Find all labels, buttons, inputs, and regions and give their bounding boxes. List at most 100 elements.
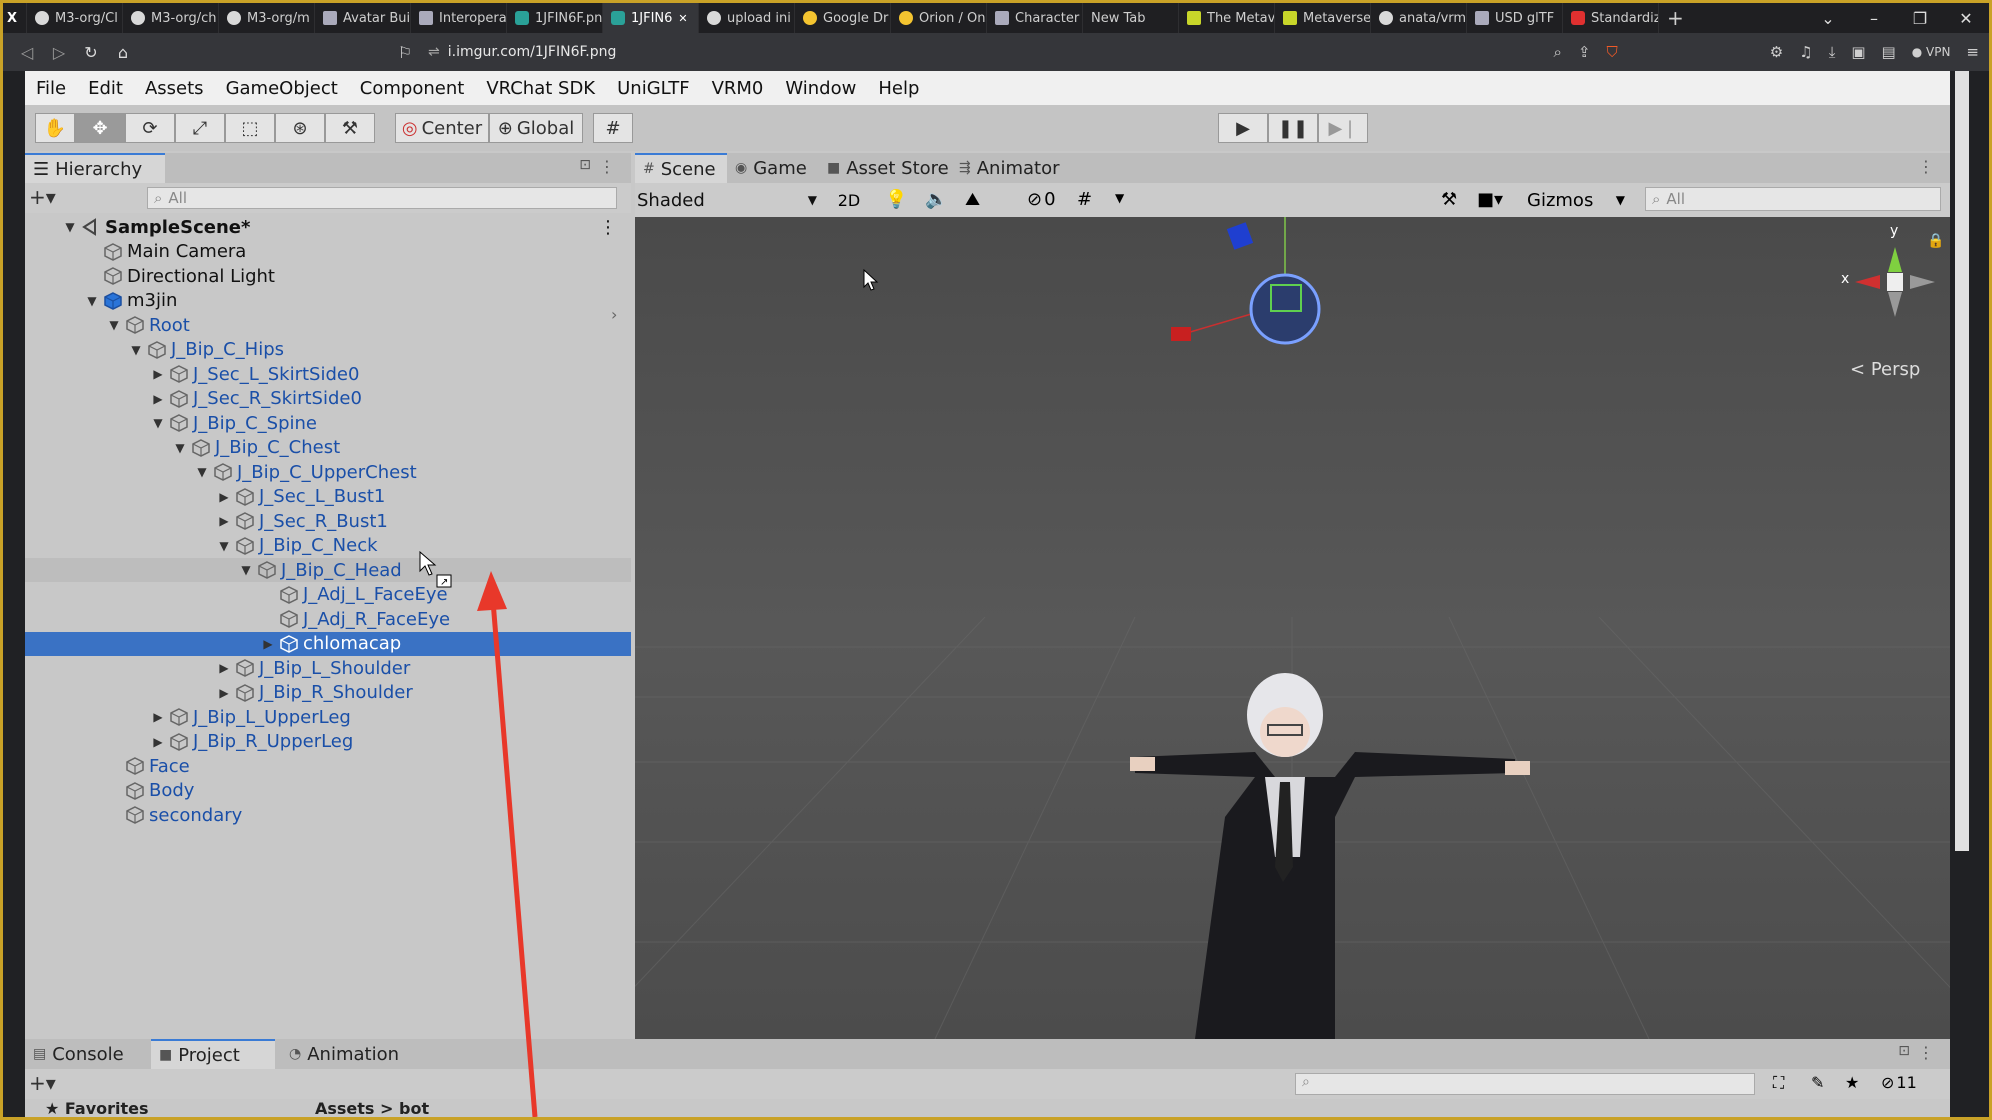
scene-search-input[interactable]: ⌕ All [1645,187,1941,211]
expand-arrow-icon[interactable]: ▼ [129,343,143,357]
restore-button[interactable]: ❐ [1897,9,1943,28]
menu-item[interactable]: Edit [77,78,134,99]
hierarchy-row[interactable]: ▼ Root [25,313,631,337]
collapse-arrow-icon[interactable]: ▶ [217,490,231,504]
camera-icon[interactable]: ■▾ [1477,189,1503,210]
reload-icon[interactable]: ↻ [75,43,107,62]
browser-tab[interactable]: M3-org/m [219,3,315,33]
chevron-right-icon[interactable]: › [611,305,617,324]
tab-asset-store[interactable]: ■ Asset Store [819,153,967,183]
hierarchy-row[interactable]: ▼ J_Bip_C_Spine [25,411,631,435]
gizmos-dropdown[interactable]: Gizmos ▼ [1527,187,1625,213]
hierarchy-row[interactable]: ▶ J_Bip_R_Shoulder [25,681,631,705]
brave-shield-icon[interactable]: ⛉ [1607,43,1618,61]
x-logo-icon[interactable]: X [3,3,27,33]
browser-tab[interactable]: 1JFIN6F.pn [507,3,603,33]
tab-hierarchy[interactable]: ☰ Hierarchy [25,153,165,183]
projection-toggle[interactable]: < Persp [1850,359,1920,380]
tab-project[interactable]: ■ Project [151,1039,275,1069]
browser-tab[interactable]: Character [987,3,1083,33]
grid-dropdown-icon[interactable]: ▼ [1115,191,1124,205]
share-icon[interactable]: ⇪ [1578,43,1591,61]
expand-arrow-icon[interactable]: ▼ [195,465,209,479]
forward-icon[interactable]: ▷ [43,43,75,62]
gizmo-lock-icon[interactable]: 🔒 [1927,233,1944,249]
expand-arrow-icon[interactable]: ▼ [173,441,187,455]
assets-breadcrumb[interactable]: Assets > bot [315,1099,429,1117]
browser-tab[interactable]: USD glTF [1467,3,1563,33]
custom-tool-icon[interactable]: ⚒ [325,113,375,143]
browser-tab[interactable]: Google Dr [795,3,891,33]
filter-type-icon[interactable]: ⛶ [1773,1073,1784,1093]
browser-tab[interactable]: Metaverse [1275,3,1371,33]
hierarchy-row[interactable]: ▼ J_Bip_C_Neck [25,534,631,558]
expand-arrow-icon[interactable]: ▼ [63,220,77,234]
effects-icon[interactable]: ⛰ [965,189,980,210]
browser-tab[interactable]: The Metav [1179,3,1275,33]
back-icon[interactable]: ◁ [11,43,43,62]
scene-menu-icon[interactable]: ⋮ [1918,157,1934,176]
avatar-model[interactable] [1130,673,1530,1039]
url-field[interactable]: ⇌ i.imgur.com/1JFIN6F.png [428,38,1428,66]
scene-viewport[interactable]: y x 🔒 < Persp [635,217,1950,1039]
expand-arrow-icon[interactable]: ▼ [85,294,99,308]
mode-2d-button[interactable]: 2D [829,187,869,213]
expand-arrow-icon[interactable]: ▼ [107,318,121,332]
browser-tab[interactable]: anata/vrm [1371,3,1467,33]
hidden-packages-toggle[interactable]: ⊘ 11 [1881,1073,1917,1092]
menu-item[interactable]: VRChat SDK [475,78,606,99]
scale-tool-icon[interactable]: ⤢ [175,113,225,143]
tab-animator[interactable]: ⇶ Animator [951,153,1079,183]
hierarchy-row[interactable]: Directional Light [25,264,631,288]
favorites-header[interactable]: ★ Favorites [45,1099,149,1117]
hierarchy-row[interactable]: J_Adj_R_FaceEye [25,607,631,631]
move-tool-icon[interactable]: ✥ [75,113,125,143]
pause-button[interactable]: ❚❚ [1268,113,1318,143]
audio-icon[interactable]: 🔈 [925,189,947,210]
hierarchy-row[interactable]: ▼ J_Bip_C_Head [25,558,631,582]
menu-icon[interactable]: ≡ [1966,43,1979,61]
menu-item[interactable]: Window [774,78,867,99]
menu-item[interactable]: VRM0 [701,78,775,99]
shading-mode-dropdown[interactable]: Shaded ▼ [637,187,817,213]
hierarchy-row[interactable]: Face [25,754,631,778]
grid-snap-icon[interactable]: # [593,113,633,143]
collapse-arrow-icon[interactable]: ▶ [217,661,231,675]
project-search-input[interactable]: ⌕ [1295,1073,1755,1095]
panel-menu-icon[interactable]: ⋮ [599,157,615,176]
x-handle[interactable] [1171,327,1191,341]
collapse-arrow-icon[interactable]: ▶ [151,392,165,406]
new-tab-button[interactable]: + [1659,3,1692,33]
menu-item[interactable]: Help [867,78,930,99]
expand-arrow-icon[interactable]: ▼ [239,563,253,577]
hierarchy-row[interactable]: ▶ J_Bip_L_Shoulder [25,656,631,680]
hand-tool-icon[interactable]: ✋ [35,113,75,143]
collapse-arrow-icon[interactable]: ▶ [217,514,231,528]
grid-icon[interactable]: # [1077,189,1092,210]
pivot-global-button[interactable]: ⊕ Global [489,113,583,143]
tab-console[interactable]: ▤ Console [25,1039,161,1069]
play-button[interactable]: ▶ [1218,113,1268,143]
browser-tab[interactable]: M3-org/Cl [27,3,123,33]
hierarchy-row[interactable]: ▶ J_Sec_R_Bust1 [25,509,631,533]
collapse-arrow-icon[interactable]: ▶ [261,637,275,651]
wallet-icon[interactable]: ▤ [1882,43,1896,61]
hierarchy-row[interactable]: ▼ J_Bip_C_Chest [25,436,631,460]
browser-tab[interactable]: Standardiz [1563,3,1659,33]
hierarchy-row[interactable]: ▶ J_Bip_R_UpperLeg [25,730,631,754]
tab-list-icon[interactable]: ⌄ [1805,9,1851,28]
sidebar-icon[interactable]: ▣ [1851,43,1865,61]
vpn-button[interactable]: ● VPN [1912,45,1951,59]
close-tab-icon[interactable]: ✕ [678,12,687,25]
filter-label-icon[interactable]: ✎ [1811,1073,1824,1092]
expand-arrow-icon[interactable]: ▼ [217,539,231,553]
browser-tab[interactable]: New Tab [1083,3,1179,33]
bookmark-icon[interactable]: ⚐ [389,43,421,62]
lock-icon[interactable]: ⊡ [579,157,591,173]
download-icon[interactable]: ⤓ [1829,43,1836,61]
hierarchy-row[interactable]: ▶ J_Sec_L_SkirtSide0 [25,362,631,386]
menu-item[interactable]: Assets [134,78,215,99]
menu-item[interactable]: Component [349,78,476,99]
hierarchy-row[interactable]: ▶ chlomacap [25,631,631,656]
collapse-arrow-icon[interactable]: ▶ [217,686,231,700]
